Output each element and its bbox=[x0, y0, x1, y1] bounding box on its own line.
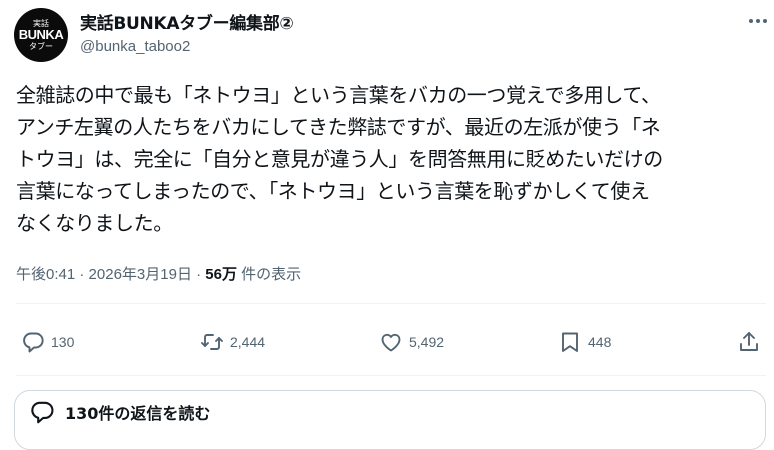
share-button[interactable] bbox=[737, 326, 761, 358]
post-line: なくなりました。 bbox=[16, 211, 173, 235]
repost-icon bbox=[201, 334, 223, 350]
like-button[interactable]: 5,492 bbox=[379, 326, 444, 358]
bookmark-count: 448 bbox=[588, 334, 612, 350]
views-count: 56万 bbox=[205, 266, 237, 283]
post-line: 全雑誌の中で最も「ネトウヨ」という言葉をバカの一つ覚えで多用して、 bbox=[16, 83, 661, 107]
bookmark-icon bbox=[562, 332, 578, 352]
display-name[interactable]: 実話BUNKAタブー編集部② bbox=[80, 9, 294, 34]
read-replies-button[interactable]: 130件の返信を読む bbox=[14, 390, 766, 450]
post-meta: 午後0:41 · 2026年3月19日 · 56万 件の表示 bbox=[16, 263, 301, 284]
more-icon[interactable] bbox=[744, 10, 772, 32]
post-line: 言葉になってしまったので、「ネトウヨ」という言葉を恥ずかしくて使え bbox=[16, 179, 650, 203]
avatar-text-bottom: タブー bbox=[29, 42, 53, 51]
read-replies-label: 130件の返信を読む bbox=[65, 404, 211, 423]
avatar-text-main: BUNKA bbox=[18, 27, 64, 42]
views-label: 件の表示 bbox=[241, 266, 302, 283]
post-time[interactable]: 午後0:41 bbox=[16, 266, 75, 283]
reply-button[interactable]: 130 bbox=[21, 326, 74, 358]
post-date[interactable]: 2026年3月19日 bbox=[89, 266, 192, 283]
bookmark-button[interactable]: 448 bbox=[558, 326, 611, 358]
post-line: トウヨ」は、完全に「自分と意見が違う人」を問答無用に貶めたいだけの bbox=[16, 147, 663, 171]
like-count: 5,492 bbox=[409, 334, 445, 350]
repost-count: 2,444 bbox=[230, 334, 266, 350]
divider bbox=[16, 303, 766, 304]
divider bbox=[16, 375, 766, 376]
reply-count: 130 bbox=[51, 334, 75, 350]
avatar[interactable]: 実話 BUNKA タブー bbox=[14, 8, 68, 62]
repost-button[interactable]: 2,444 bbox=[200, 326, 265, 358]
speech-bubble-icon bbox=[31, 401, 54, 424]
share-icon bbox=[740, 332, 758, 351]
like-icon bbox=[381, 333, 401, 352]
user-handle[interactable]: @bunka_taboo2 bbox=[80, 38, 190, 55]
post-line: アンチ左翼の人たちをバカにしてきた弊誌ですが、最近の左派が使う「ネ bbox=[16, 115, 661, 139]
meta-separator: · bbox=[79, 266, 85, 283]
meta-separator: · bbox=[196, 266, 202, 283]
post-text: 全雑誌の中で最も「ネトウヨ」という言葉をバカの一つ覚えで多用して、 アンチ左翼の… bbox=[16, 79, 768, 239]
reply-icon bbox=[23, 332, 44, 353]
